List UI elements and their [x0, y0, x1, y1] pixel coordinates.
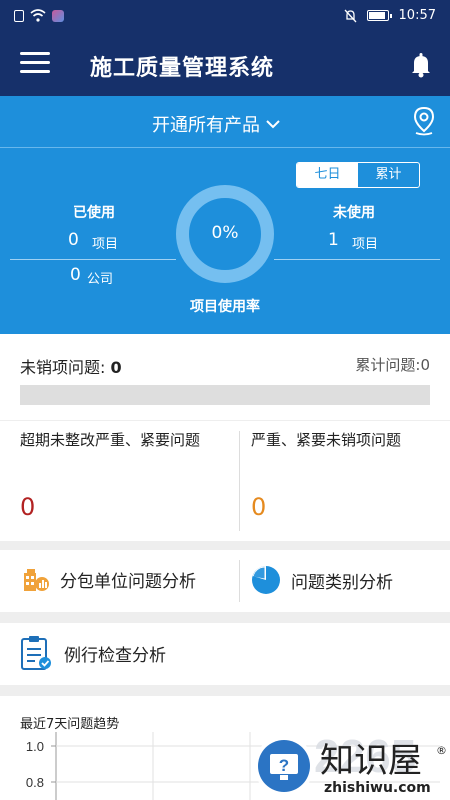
- battery-icon: [366, 10, 392, 21]
- unused-projects-value: 1: [328, 230, 339, 250]
- pie-chart-icon: [252, 566, 280, 594]
- category-analysis-button[interactable]: 问题类别分析: [251, 565, 393, 595]
- serious-issues[interactable]: 严重、紧要未销项问题 0: [251, 429, 441, 521]
- watermark-logo: 2265 ? 知识屋 ® zhishiwu.com: [254, 732, 447, 796]
- issues-divider: [239, 431, 240, 531]
- building-chart-icon: [24, 569, 49, 591]
- unresolved-label: 未销项问题:: [20, 358, 106, 377]
- cumulative-issues: 累计问题:0: [355, 356, 430, 374]
- mute-bell-icon: [344, 9, 357, 22]
- y-tick-label: 1.0: [26, 739, 44, 754]
- y-tick-label: 0.8: [26, 775, 44, 790]
- watermark-text: 知识屋: [320, 741, 422, 781]
- toggle-cumulative[interactable]: 累计: [358, 163, 419, 187]
- right-divider: [274, 259, 440, 260]
- toggle-seven-days[interactable]: 七日: [297, 163, 358, 187]
- used-label: 已使用: [73, 205, 115, 221]
- page-title: 施工质量管理系统: [90, 56, 275, 81]
- unused-label: 未使用: [333, 205, 375, 221]
- trend-title: 最近7天问题趋势: [20, 717, 120, 732]
- range-toggle: 七日 累计: [296, 162, 420, 188]
- unresolved-value: 0: [110, 358, 122, 377]
- bell-icon[interactable]: [410, 52, 432, 78]
- unresolved-summary: 未销项问题: 0: [20, 354, 122, 378]
- unresolved-progress-bar: [20, 385, 430, 405]
- sim-icon: [14, 9, 24, 22]
- subcontractor-analysis-button[interactable]: 分包单位问题分析: [22, 565, 196, 593]
- app-notification-icon: [52, 9, 64, 22]
- product-dropdown-label: 开通所有产品: [152, 115, 260, 136]
- routine-check-analysis-button[interactable]: 例行检查分析: [20, 635, 166, 671]
- issues-card: 超期未整改严重、紧要问题 0 严重、紧要未销项问题 0: [0, 421, 450, 541]
- category-analysis-label: 问题类别分析: [291, 572, 393, 593]
- usage-panel: 开通所有产品 七日 累计 已使用 0 项目 0 公司 0% 项目使用率 未使用 …: [0, 96, 450, 334]
- serious-issues-value: 0: [251, 493, 267, 521]
- routine-card: 例行检查分析: [0, 623, 450, 685]
- chevron-down-icon: [266, 119, 280, 128]
- app-header: 施工质量管理系统: [0, 32, 450, 96]
- used-projects-value: 0: [68, 230, 79, 250]
- clock: 10:57: [398, 8, 436, 23]
- unused-projects-unit: 项目: [352, 237, 379, 252]
- usage-rate-label: 项目使用率: [190, 299, 260, 315]
- overdue-issues-value: 0: [20, 493, 36, 521]
- usage-rate-value: 0%: [211, 223, 239, 243]
- watermark-registered: ®: [436, 744, 447, 757]
- product-row: 开通所有产品: [0, 96, 450, 148]
- wifi-icon: [30, 9, 46, 22]
- watermark-sub: zhishiwu.com: [324, 780, 431, 796]
- menu-icon[interactable]: [20, 52, 50, 76]
- analysis-divider: [239, 560, 240, 602]
- status-bar: 10:57: [0, 0, 450, 32]
- overdue-issues-label: 超期未整改严重、紧要问题: [20, 431, 201, 449]
- used-projects-unit: 项目: [92, 237, 119, 252]
- location-pin-icon[interactable]: [412, 106, 436, 136]
- overdue-issues[interactable]: 超期未整改严重、紧要问题 0: [20, 429, 230, 521]
- used-companies-value: 0: [70, 265, 81, 285]
- product-dropdown[interactable]: 开通所有产品: [152, 111, 280, 137]
- used-companies-unit: 公司: [87, 272, 114, 287]
- help-monitor-icon: ?: [279, 756, 289, 775]
- left-divider: [10, 259, 176, 260]
- clipboard-check-icon: [21, 636, 51, 670]
- unresolved-card[interactable]: 未销项问题: 0 累计问题:0: [0, 334, 450, 420]
- serious-issues-label: 严重、紧要未销项问题: [251, 431, 402, 449]
- subcontractor-analysis-label: 分包单位问题分析: [60, 571, 196, 592]
- analysis-card: 分包单位问题分析 问题类别分析: [0, 550, 450, 612]
- routine-check-analysis-label: 例行检查分析: [64, 645, 166, 666]
